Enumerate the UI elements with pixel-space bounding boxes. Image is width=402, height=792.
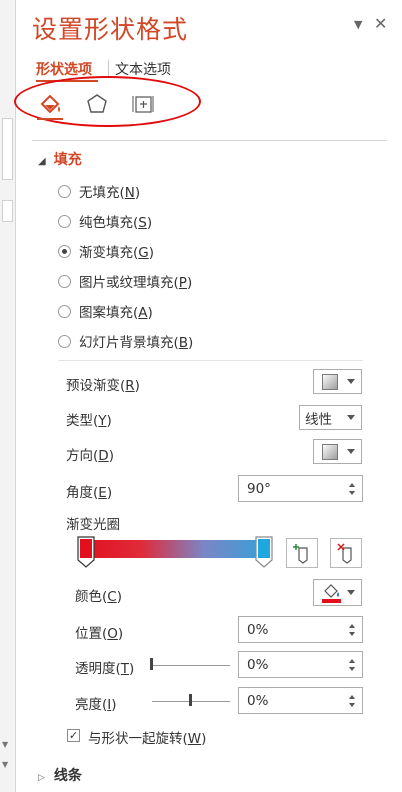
gradient-stops-bar[interactable] <box>80 540 266 558</box>
transparency-label: 透明度(T) <box>75 661 135 677</box>
gradient-swatch-icon <box>322 373 338 390</box>
type-value: 线性 <box>305 411 332 428</box>
chevron-down-icon <box>347 415 355 420</box>
direction-swatch-icon <box>322 443 338 460</box>
scroll-down-icon[interactable]: ▼ <box>2 740 8 749</box>
spin-down-icon[interactable] <box>349 702 355 707</box>
radio-slide-background-fill[interactable]: 幻灯片背景填充(B) <box>58 330 193 352</box>
fill-section-label: 填充 <box>53 152 82 168</box>
radio-button[interactable] <box>58 334 71 348</box>
chevron-down-icon <box>347 449 355 454</box>
chevron-down-icon <box>347 379 355 384</box>
section-divider <box>32 140 387 141</box>
radio-button[interactable] <box>58 184 71 198</box>
gradient-stop-2[interactable] <box>255 536 273 568</box>
brightness-spinner[interactable]: 0% <box>238 687 363 714</box>
angle-value[interactable]: 90° <box>239 481 346 497</box>
brightness-slider-thumb[interactable] <box>189 694 192 706</box>
scroll-thumb[interactable] <box>2 118 13 180</box>
preset-gradient-label: 预设渐变(R) <box>66 378 140 394</box>
radio-label: 无填充(N) <box>79 185 141 201</box>
radio-button[interactable] <box>58 274 71 288</box>
document-scrollbar[interactable]: ▼ ▼ <box>0 0 16 792</box>
spin-up-icon[interactable] <box>349 482 355 487</box>
expand-triangle-icon: ▷ <box>38 773 45 783</box>
preset-gradient-dropdown[interactable] <box>313 369 362 394</box>
position-spinner[interactable]: 0% <box>238 616 363 643</box>
gradient-stop-1[interactable] <box>77 536 95 568</box>
radio-picture-texture-fill[interactable]: 图片或纹理填充(P) <box>58 270 192 292</box>
transparency-value[interactable]: 0% <box>239 657 346 673</box>
fill-section-header[interactable]: ◢ 填充 <box>38 149 82 169</box>
angle-spinner[interactable]: 90° <box>238 475 363 502</box>
angle-label: 角度(E) <box>66 485 113 501</box>
pane-options-icon[interactable]: ▼ <box>354 18 362 31</box>
line-section-label: 线条 <box>53 768 82 784</box>
spin-up-icon[interactable] <box>349 623 355 628</box>
radio-label: 图案填充(A) <box>79 305 153 321</box>
radio-button-selected[interactable] <box>58 244 71 258</box>
brightness-value[interactable]: 0% <box>239 693 346 709</box>
type-dropdown[interactable]: 线性 <box>299 405 362 430</box>
fill-line-icon[interactable] <box>37 92 63 120</box>
spin-down-icon[interactable] <box>349 666 355 671</box>
options-divider <box>58 360 363 361</box>
scroll-track-mark <box>2 200 13 222</box>
color-picker-dropdown[interactable] <box>313 579 362 606</box>
radio-gradient-fill[interactable]: 渐变填充(G) <box>58 240 154 262</box>
color-label: 颜色(C) <box>75 589 122 605</box>
size-properties-icon[interactable] <box>130 92 156 116</box>
collapse-triangle-icon: ◢ <box>38 156 46 167</box>
position-label: 位置(O) <box>75 626 124 642</box>
spin-up-icon[interactable] <box>349 658 355 663</box>
radio-label: 纯色填充(S) <box>79 215 153 231</box>
radio-label: 渐变填充(G) <box>79 245 155 261</box>
add-stop-icon <box>293 544 308 564</box>
pane-title: 设置形状格式 <box>32 15 189 44</box>
gradient-stops-label: 渐变光圈 <box>66 517 120 533</box>
transparency-slider-thumb[interactable] <box>150 658 153 670</box>
add-gradient-stop-button[interactable] <box>286 538 318 568</box>
remove-stop-icon <box>337 543 352 564</box>
radio-no-fill[interactable]: 无填充(N) <box>58 180 140 202</box>
spin-down-icon[interactable] <box>349 490 355 495</box>
spin-up-icon[interactable] <box>349 694 355 699</box>
direction-label: 方向(D) <box>66 448 114 464</box>
rotate-with-shape-checkbox[interactable]: ✓ <box>67 729 80 742</box>
radio-button[interactable] <box>58 304 71 318</box>
paint-bucket-icon <box>322 583 341 603</box>
line-section-header[interactable]: ▷ 线条 <box>38 765 82 785</box>
brightness-label: 亮度(I) <box>75 697 117 713</box>
chevron-down-icon <box>347 590 355 595</box>
radio-solid-fill[interactable]: 纯色填充(S) <box>58 210 152 232</box>
direction-dropdown[interactable] <box>313 439 362 464</box>
radio-button[interactable] <box>58 214 71 228</box>
transparency-spinner[interactable]: 0% <box>238 651 363 678</box>
position-value[interactable]: 0% <box>239 622 346 638</box>
spin-down-icon[interactable] <box>349 631 355 636</box>
type-label: 类型(Y) <box>66 413 112 429</box>
rotate-with-shape-label: 与形状一起旋转(W) <box>88 731 207 747</box>
radio-label: 图片或纹理填充(P) <box>79 275 193 291</box>
radio-pattern-fill[interactable]: 图案填充(A) <box>58 300 153 322</box>
remove-gradient-stop-button[interactable] <box>330 538 362 568</box>
close-icon[interactable]: ✕ <box>374 14 387 33</box>
radio-label: 幻灯片背景填充(B) <box>79 335 194 351</box>
transparency-slider-track[interactable] <box>152 665 230 666</box>
scroll-down-icon-2[interactable]: ▼ <box>2 760 8 769</box>
effects-pentagon-icon[interactable] <box>84 92 110 116</box>
